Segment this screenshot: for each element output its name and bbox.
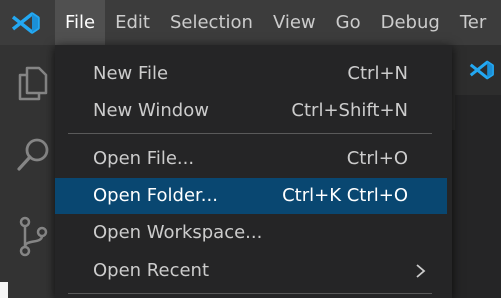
editor-tab[interactable]: [448, 45, 501, 95]
search-icon[interactable]: [13, 135, 53, 175]
menu-separator: [68, 133, 432, 134]
menu-item-label: Open File...: [93, 148, 195, 169]
menu-item-label: New File: [93, 63, 169, 84]
menu-item-shortcut: Ctrl+N: [347, 63, 408, 84]
menu-file[interactable]: File: [55, 0, 106, 45]
menu-debug[interactable]: Debug: [371, 0, 450, 45]
menu-item-new-file[interactable]: New File Ctrl+N: [55, 56, 447, 92]
vscode-file-icon: [469, 60, 494, 80]
menu-item-open-recent[interactable]: Open Recent: [55, 253, 447, 289]
title-bar: File Edit Selection View Go Debug Ter: [0, 0, 501, 45]
menu-terminal[interactable]: Ter: [450, 0, 496, 45]
file-menu-dropdown: New File Ctrl+N New Window Ctrl+Shift+N …: [55, 45, 452, 298]
explorer-icon[interactable]: [13, 63, 53, 103]
chevron-right-icon: [416, 264, 426, 278]
menu-separator: [68, 293, 432, 294]
menu-bar: File Edit Selection View Go Debug Ter: [55, 0, 496, 45]
corner-panel: [0, 282, 8, 298]
menu-item-shortcut: Ctrl+O: [346, 148, 408, 169]
menu-item-label: Open Workspace...: [93, 222, 263, 243]
menu-item-open-file[interactable]: Open File... Ctrl+O: [55, 141, 447, 177]
menu-item-shortcut: Ctrl+K Ctrl+O: [282, 185, 408, 206]
menu-item-open-folder[interactable]: Open Folder... Ctrl+K Ctrl+O: [55, 178, 447, 214]
menu-item-open-workspace[interactable]: Open Workspace...: [55, 215, 447, 251]
menu-item-new-window[interactable]: New Window Ctrl+Shift+N: [55, 93, 447, 129]
menu-view[interactable]: View: [263, 0, 326, 45]
vscode-logo-icon[interactable]: [10, 8, 42, 38]
menu-item-label: Open Recent: [93, 260, 210, 281]
menu-go[interactable]: Go: [326, 0, 371, 45]
menu-item-label: New Window: [93, 100, 209, 121]
menu-item-shortcut: Ctrl+Shift+N: [291, 100, 408, 121]
menu-item-label: Open Folder...: [93, 185, 218, 206]
menu-edit[interactable]: Edit: [105, 0, 160, 45]
menu-selection[interactable]: Selection: [160, 0, 263, 45]
source-control-icon[interactable]: [13, 215, 53, 259]
